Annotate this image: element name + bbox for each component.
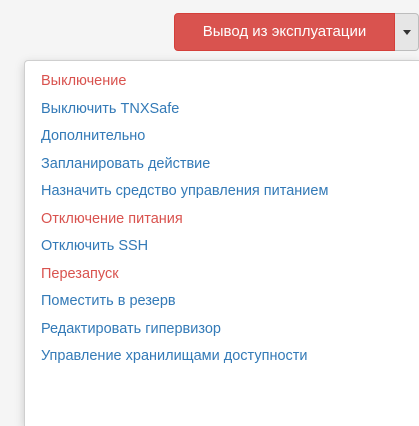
dropdown-toggle-button[interactable]: [395, 13, 419, 51]
menu-item-manage-availability-storage[interactable]: Управление хранилищами доступности: [25, 343, 419, 371]
menu-item-additional[interactable]: Дополнительно: [25, 123, 419, 151]
menu-item-schedule-action[interactable]: Запланировать действие: [25, 151, 419, 179]
actions-dropdown-menu: Выключение Выключить TNXSafe Дополнитель…: [24, 60, 419, 426]
menu-item-disable-ssh[interactable]: Отключить SSH: [25, 233, 419, 261]
menu-item-disable-tnxsafe[interactable]: Выключить TNXSafe: [25, 96, 419, 124]
decommission-button[interactable]: Вывод из эксплуатации: [174, 13, 395, 51]
menu-item-put-in-reserve[interactable]: Поместить в резерв: [25, 288, 419, 316]
caret-down-icon: [402, 29, 411, 35]
menu-item-assign-power-management[interactable]: Назначить средство управления питанием: [25, 178, 419, 206]
menu-item-restart[interactable]: Перезапуск: [25, 261, 419, 289]
screen: Вывод из эксплуатации Выключение Выключи…: [0, 0, 419, 426]
split-button-group: Вывод из эксплуатации: [174, 13, 419, 51]
menu-item-power-off[interactable]: Отключение питания: [25, 206, 419, 234]
menu-item-edit-hypervisor[interactable]: Редактировать гипервизор: [25, 316, 419, 344]
menu-item-shutdown[interactable]: Выключение: [25, 68, 419, 96]
